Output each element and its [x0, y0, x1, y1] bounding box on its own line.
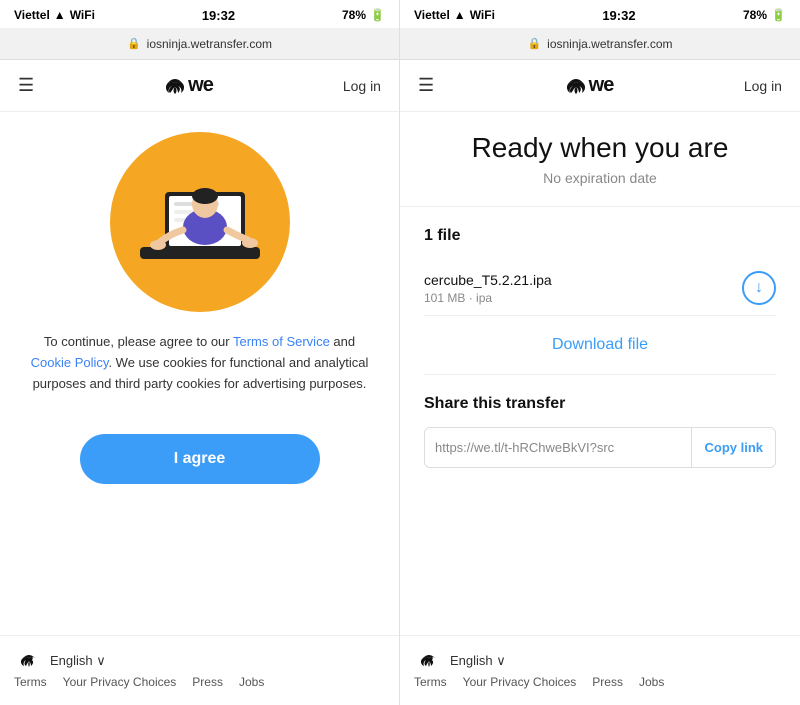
browser-bar-1: 🔒 iosninja.wetransfer.com: [0, 28, 399, 60]
status-right-1: 78% 🔋: [342, 8, 385, 22]
download-circle-button[interactable]: ↓: [742, 271, 776, 305]
consent-content: To continue, please agree to our Terms o…: [0, 112, 399, 635]
person-illustration: [110, 132, 290, 312]
signal-icon-1: ▲: [54, 8, 66, 22]
status-right-2: 78% 🔋: [743, 8, 786, 22]
footer-jobs-1[interactable]: Jobs: [239, 675, 264, 689]
copy-link-button[interactable]: Copy link: [691, 428, 775, 467]
lock-icon-2: 🔒: [527, 37, 541, 50]
footer-1: English ∨ Terms Your Privacy Choices Pre…: [0, 635, 399, 705]
file-count: 1 file: [424, 227, 776, 245]
footer-press-1[interactable]: Press: [192, 675, 223, 689]
file-name: cercube_T5.2.21.ipa: [424, 272, 552, 288]
footer-privacy-2[interactable]: Your Privacy Choices: [463, 675, 577, 689]
no-expiry-text: No expiration date: [424, 170, 776, 186]
logo-we-text-2: we: [589, 74, 614, 97]
wifi-icon-2: WiFi: [470, 8, 495, 22]
lock-icon-1: 🔒: [127, 37, 141, 50]
battery-icon-2: 🔋: [771, 8, 786, 22]
carrier-1: Viettel: [14, 8, 50, 22]
signal-icon-2: ▲: [454, 8, 466, 22]
logo-bird-icon-2: [565, 77, 587, 95]
footer-top-2: English ∨: [414, 653, 506, 669]
file-meta: 101 MB · ipa: [424, 291, 552, 305]
logo-1: we: [164, 74, 213, 97]
file-type: ipa: [476, 291, 492, 305]
terms-of-service-link[interactable]: Terms of Service: [233, 334, 330, 349]
hamburger-menu-1[interactable]: ☰: [18, 75, 34, 96]
footer-links-2: Terms Your Privacy Choices Press Jobs: [414, 675, 664, 689]
divider-top: [400, 206, 800, 207]
footer-2: English ∨ Terms Your Privacy Choices Pre…: [400, 635, 800, 705]
download-arrow-icon: ↓: [755, 279, 763, 297]
footer-terms-1[interactable]: Terms: [14, 675, 47, 689]
screen-consent: Viettel ▲ WiFi 19:32 78% 🔋 🔒 iosninja.we…: [0, 0, 400, 705]
download-content: Ready when you are No expiration date 1 …: [400, 112, 800, 635]
login-button-2[interactable]: Log in: [744, 78, 782, 94]
illustration: [110, 132, 290, 312]
status-bar-1: Viettel ▲ WiFi 19:32 78% 🔋: [0, 0, 399, 28]
nav-bar-1: ☰ we Log in: [0, 60, 399, 112]
footer-top-1: English ∨: [14, 653, 106, 669]
footer-jobs-2[interactable]: Jobs: [639, 675, 664, 689]
status-left-2: Viettel ▲ WiFi: [414, 8, 495, 22]
time-1: 19:32: [202, 8, 235, 23]
cookie-policy-link[interactable]: Cookie Policy: [31, 355, 109, 370]
file-size: 101 MB: [424, 291, 465, 305]
footer-logo-2: [414, 653, 444, 668]
logo-2: we: [565, 74, 614, 97]
footer-lang-1[interactable]: English ∨: [50, 653, 106, 669]
footer-terms-2[interactable]: Terms: [414, 675, 447, 689]
footer-logo-1: [14, 653, 44, 668]
url-1: iosninja.wetransfer.com: [147, 37, 272, 51]
share-section: Share this transfer Copy link: [424, 395, 776, 468]
login-button-1[interactable]: Log in: [343, 78, 381, 94]
file-item: cercube_T5.2.21.ipa 101 MB · ipa ↓: [424, 261, 776, 316]
agree-button[interactable]: I agree: [80, 434, 320, 484]
footer-links-1: Terms Your Privacy Choices Press Jobs: [14, 675, 264, 689]
file-section: 1 file cercube_T5.2.21.ipa 101 MB · ipa …: [424, 227, 776, 316]
file-dot: ·: [469, 291, 476, 305]
file-info: cercube_T5.2.21.ipa 101 MB · ipa: [424, 272, 552, 305]
url-2: iosninja.wetransfer.com: [547, 37, 672, 51]
share-title: Share this transfer: [424, 395, 776, 413]
footer-lang-2[interactable]: English ∨: [450, 653, 506, 669]
logo-we-text-1: we: [188, 74, 213, 97]
wifi-icon-1: WiFi: [70, 8, 95, 22]
battery-text-1: 78%: [342, 8, 366, 22]
ready-title: Ready when you are: [424, 132, 776, 164]
battery-text-2: 78%: [743, 8, 767, 22]
time-2: 19:32: [602, 8, 635, 23]
screen-download: Viettel ▲ WiFi 19:32 78% 🔋 🔒 iosninja.we…: [400, 0, 800, 705]
battery-icon-1: 🔋: [370, 8, 385, 22]
share-link-container: Copy link: [424, 427, 776, 468]
share-link-input[interactable]: [425, 428, 691, 467]
logo-bird-icon-1: [164, 77, 186, 95]
status-bar-2: Viettel ▲ WiFi 19:32 78% 🔋: [400, 0, 800, 28]
consent-text: To continue, please agree to our Terms o…: [30, 332, 369, 394]
status-left-1: Viettel ▲ WiFi: [14, 8, 95, 22]
nav-bar-2: ☰ we Log in: [400, 60, 800, 112]
carrier-2: Viettel: [414, 8, 450, 22]
hamburger-menu-2[interactable]: ☰: [418, 75, 434, 96]
footer-privacy-1[interactable]: Your Privacy Choices: [63, 675, 177, 689]
download-file-button[interactable]: Download file: [424, 316, 776, 375]
browser-bar-2: 🔒 iosninja.wetransfer.com: [400, 28, 800, 60]
footer-press-2[interactable]: Press: [592, 675, 623, 689]
